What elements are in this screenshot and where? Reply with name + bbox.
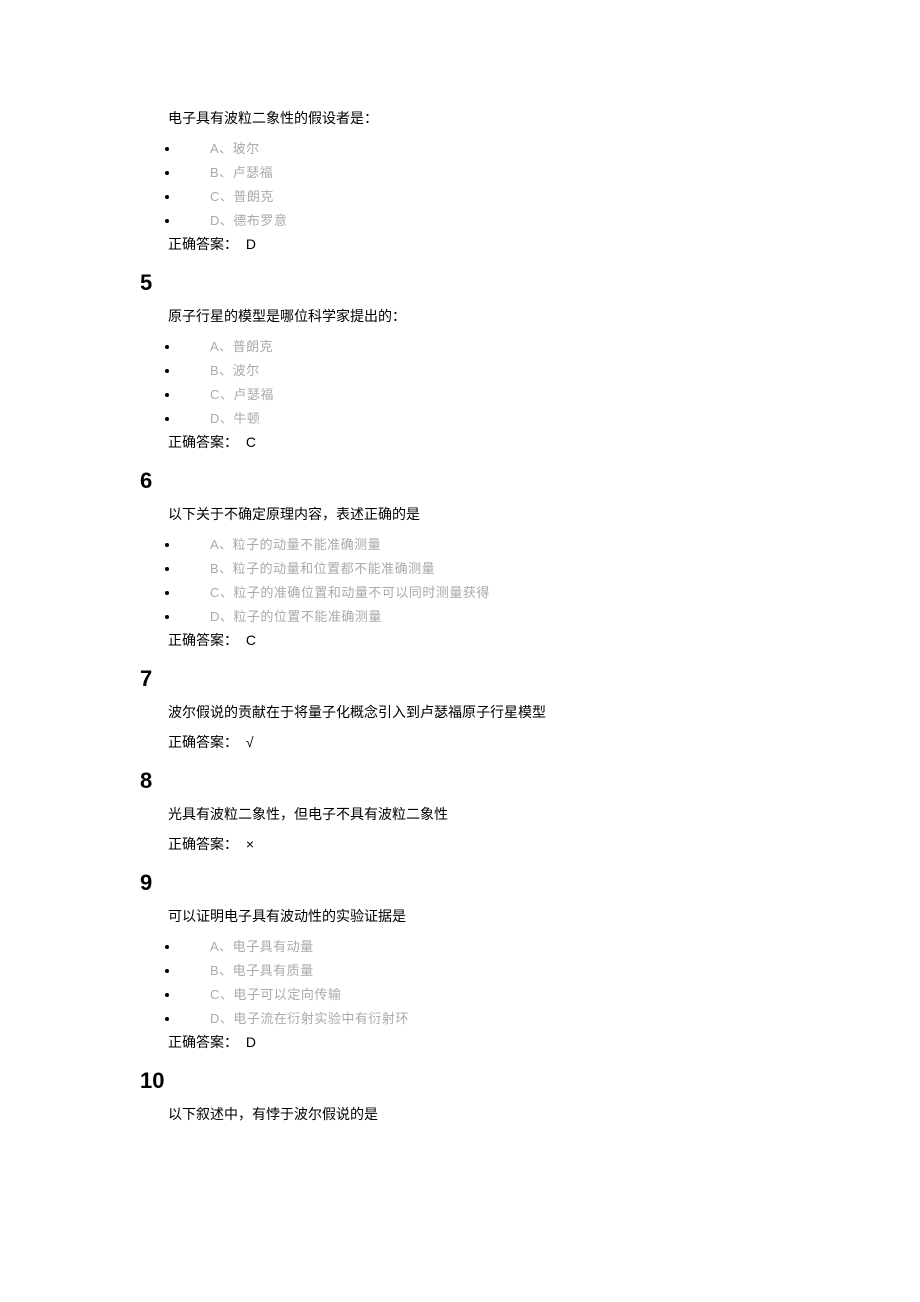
question-4-text: 电子具有波粒二象性的假设者是： xyxy=(140,108,760,128)
option-text: C、粒子的准确位置和动量不可以同时测量获得 xyxy=(210,585,490,600)
page-content: 电子具有波粒二象性的假设者是： A、玻尔 B、卢瑟福 C、普朗克 D、德布罗意 … xyxy=(0,0,760,1184)
list-item: D、电子流在衍射实验中有衍射环 xyxy=(180,1008,760,1028)
answer-value: √ xyxy=(246,734,254,750)
list-item: B、波尔 xyxy=(180,360,760,380)
question-8-text: 光具有波粒二象性，但电子不具有波粒二象性 xyxy=(140,804,760,824)
list-item: A、玻尔 xyxy=(180,138,760,158)
option-text: D、德布罗意 xyxy=(210,213,287,228)
option-text: D、电子流在衍射实验中有衍射环 xyxy=(210,1011,409,1026)
answer-value: D xyxy=(246,1034,256,1050)
question-5-answer: 正确答案： C xyxy=(140,432,760,452)
option-text: B、波尔 xyxy=(210,363,260,378)
question-7-answer: 正确答案： √ xyxy=(140,732,760,752)
option-text: B、粒子的动量和位置都不能准确测量 xyxy=(210,561,435,576)
question-5-number: 5 xyxy=(140,270,760,296)
answer-label: 正确答案： xyxy=(168,236,238,252)
option-text: A、电子具有动量 xyxy=(210,939,314,954)
option-text: A、普朗克 xyxy=(210,339,273,354)
answer-label: 正确答案： xyxy=(168,1034,238,1050)
question-6-number: 6 xyxy=(140,468,760,494)
question-9-options: A、电子具有动量 B、电子具有质量 C、电子可以定向传输 D、电子流在衍射实验中… xyxy=(140,936,760,1028)
list-item: B、粒子的动量和位置都不能准确测量 xyxy=(180,558,760,578)
question-5-text: 原子行星的模型是哪位科学家提出的： xyxy=(140,306,760,326)
list-item: C、粒子的准确位置和动量不可以同时测量获得 xyxy=(180,582,760,602)
list-item: D、德布罗意 xyxy=(180,210,760,230)
list-item: C、普朗克 xyxy=(180,186,760,206)
answer-value: C xyxy=(246,434,256,450)
list-item: B、电子具有质量 xyxy=(180,960,760,980)
question-6-text: 以下关于不确定原理内容，表述正确的是 xyxy=(140,504,760,524)
answer-label: 正确答案： xyxy=(168,836,238,852)
question-10-text: 以下叙述中，有悖于波尔假说的是 xyxy=(140,1104,760,1124)
answer-label: 正确答案： xyxy=(168,734,238,750)
list-item: A、普朗克 xyxy=(180,336,760,356)
option-text: D、牛顿 xyxy=(210,411,260,426)
list-item: D、牛顿 xyxy=(180,408,760,428)
option-text: B、卢瑟福 xyxy=(210,165,273,180)
question-10-number: 10 xyxy=(140,1068,760,1094)
question-6-options: A、粒子的动量不能准确测量 B、粒子的动量和位置都不能准确测量 C、粒子的准确位… xyxy=(140,534,760,626)
question-9-text: 可以证明电子具有波动性的实验证据是 xyxy=(140,906,760,926)
list-item: A、电子具有动量 xyxy=(180,936,760,956)
question-8-answer: 正确答案： × xyxy=(140,834,760,854)
option-text: C、普朗克 xyxy=(210,189,274,204)
question-4-options: A、玻尔 B、卢瑟福 C、普朗克 D、德布罗意 xyxy=(140,138,760,230)
list-item: C、卢瑟福 xyxy=(180,384,760,404)
question-9-answer: 正确答案： D xyxy=(140,1032,760,1052)
question-7-text: 波尔假说的贡献在于将量子化概念引入到卢瑟福原子行星模型 xyxy=(140,702,760,722)
list-item: B、卢瑟福 xyxy=(180,162,760,182)
question-4-answer: 正确答案： D xyxy=(140,234,760,254)
answer-label: 正确答案： xyxy=(168,632,238,648)
option-text: B、电子具有质量 xyxy=(210,963,314,978)
list-item: A、粒子的动量不能准确测量 xyxy=(180,534,760,554)
question-8-number: 8 xyxy=(140,768,760,794)
option-text: C、卢瑟福 xyxy=(210,387,274,402)
question-9-number: 9 xyxy=(140,870,760,896)
answer-value: D xyxy=(246,236,256,252)
question-5-options: A、普朗克 B、波尔 C、卢瑟福 D、牛顿 xyxy=(140,336,760,428)
question-7-number: 7 xyxy=(140,666,760,692)
list-item: D、粒子的位置不能准确测量 xyxy=(180,606,760,626)
answer-value: C xyxy=(246,632,256,648)
option-text: D、粒子的位置不能准确测量 xyxy=(210,609,382,624)
option-text: A、粒子的动量不能准确测量 xyxy=(210,537,381,552)
answer-value: × xyxy=(246,836,254,852)
answer-label: 正确答案： xyxy=(168,434,238,450)
question-6-answer: 正确答案： C xyxy=(140,630,760,650)
option-text: C、电子可以定向传输 xyxy=(210,987,341,1002)
list-item: C、电子可以定向传输 xyxy=(180,984,760,1004)
option-text: A、玻尔 xyxy=(210,141,260,156)
